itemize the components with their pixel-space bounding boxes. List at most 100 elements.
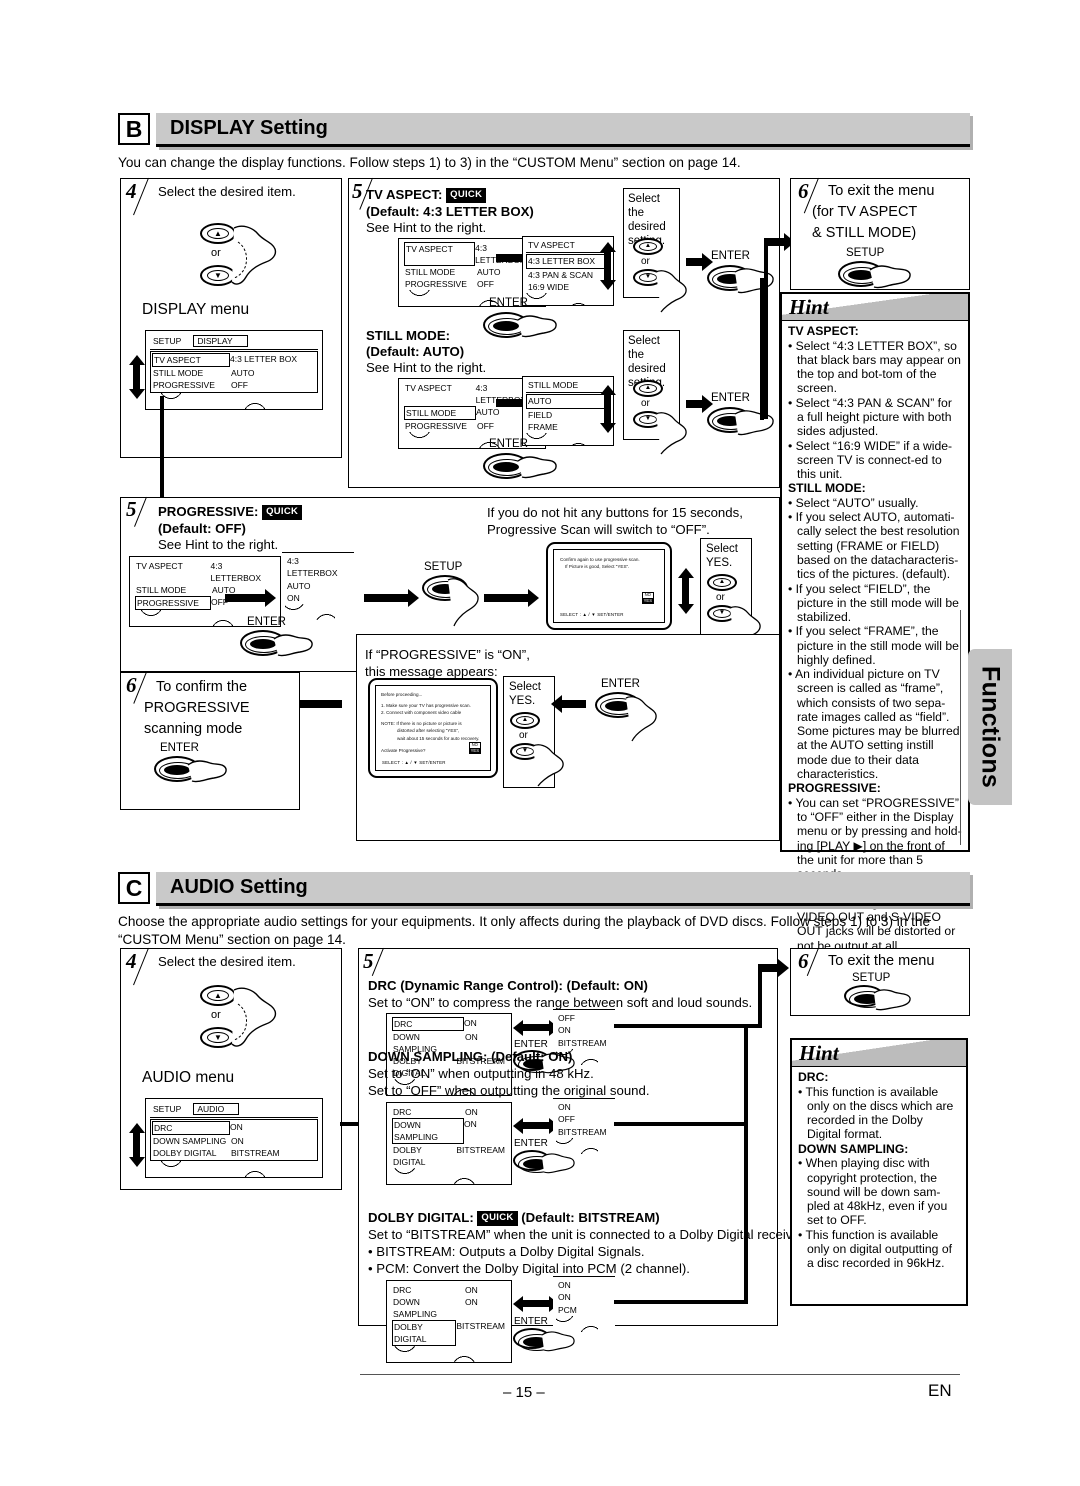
row-label: DRC xyxy=(152,1121,230,1136)
tv-yesno-buttons[interactable]: NO YES xyxy=(641,592,654,604)
audio-step6-number: 6 xyxy=(798,949,809,973)
osd-row[interactable]: DOWN SAMPLING ON xyxy=(393,1296,505,1320)
connector-line xyxy=(760,278,764,420)
connector-line xyxy=(744,1024,748,1304)
progressive-osd-rows: TV ASPECT 4:3 LETTERBOX STILL MODE AUTO PR… xyxy=(133,559,277,611)
confirm-step-number: 6 xyxy=(126,673,137,697)
still-options-updown-arrow xyxy=(599,385,616,433)
hint-item: • Select “4:3 LETTER BOX”, so that black… xyxy=(788,338,961,396)
up-arrow-button[interactable]: ▲ xyxy=(707,574,737,591)
tv-footer-hint: SELECT : ▲ / ▼ SET/ENTER xyxy=(560,612,624,617)
after-row: OFF xyxy=(558,1114,575,1125)
section-b-header: B DISPLAY Setting xyxy=(118,113,970,147)
osd-row[interactable]: DOLBY DIGITAL BITSTREAM xyxy=(393,1144,505,1168)
row-value: BITSTREAM xyxy=(456,1145,505,1156)
row-value: AUTO xyxy=(477,267,501,278)
up-arrow-icon: ▲ xyxy=(713,578,731,587)
connector-line xyxy=(160,396,164,501)
up-arrow-button[interactable]: ▲ xyxy=(633,238,663,255)
after-row: ON xyxy=(558,1292,571,1303)
audio-menu-row[interactable]: DOLBY DIGITAL BITSTREAM xyxy=(153,1147,315,1159)
osd-row[interactable]: PROGRESSIVE OFF xyxy=(405,420,539,432)
audio-menu-row[interactable]: DOWN SAMPLING ON xyxy=(153,1135,315,1147)
display-step6-number: 6 xyxy=(798,179,809,203)
tv-aspect-osd-rows: TV ASPECT4:3 LETTERBOX STILL MODEAUTO PR… xyxy=(402,241,542,290)
osd-row[interactable]: TV ASPECT 4:3 LETTERBOX xyxy=(136,560,274,584)
tv-aspect-hintnote: See Hint to the right. xyxy=(366,220,487,235)
row-label: TV ASPECT xyxy=(152,353,230,368)
row-value: OFF xyxy=(477,421,494,432)
hand-pointer-icon xyxy=(187,760,227,783)
confirm-enter-label: ENTER xyxy=(160,742,199,754)
hint-item-text: You can set “PROGRESSIVE” to “OFF” eithe… xyxy=(795,795,962,881)
osd-row[interactable]: STILL MODE AUTO xyxy=(405,266,539,278)
ds-after-frame: ON OFF BITSTREAM xyxy=(553,1098,615,1154)
row-value: ON xyxy=(465,1107,478,1117)
progressive-enter-label: ENTER xyxy=(247,616,286,628)
option-item[interactable]: FIELD xyxy=(526,409,610,421)
osd-row[interactable]: DOWN SAMPLING ON xyxy=(392,1118,505,1145)
row-value: OFF xyxy=(231,380,248,391)
hint-item: • This function is available only on the… xyxy=(798,1084,954,1142)
down-sampling-heading: DOWN SAMPLING: (Default: ON) xyxy=(368,1049,573,1064)
hand-pointer-icon xyxy=(734,410,774,436)
audio-menu-osd-titlerow: SETUP AUDIO xyxy=(150,1102,318,1116)
osd-wave-edge xyxy=(390,1168,508,1185)
display-menu-tab: DISPLAY xyxy=(193,335,248,347)
row-value: ON xyxy=(465,1297,478,1308)
ds-osd-frame: DRC ON DOWN SAMPLING ON DOLBY DIGITAL BITST… xyxy=(386,1102,512,1186)
row-label: STILL MODE xyxy=(136,585,187,596)
option-item[interactable]: 4:3 LETTER BOX xyxy=(526,254,610,269)
display-menu-row[interactable]: PROGRESSIVE OFF xyxy=(153,379,315,391)
row-value: ON xyxy=(230,1122,243,1132)
display-menu-osd: SETUP DISPLAY TV ASPECT 4:3 LETTER BOX S… xyxy=(145,330,323,411)
option-item[interactable]: AUTO xyxy=(526,394,610,409)
display-menu-row[interactable]: TV ASPECT 4:3 LETTER BOX xyxy=(152,353,315,368)
tv2-note2: distorted after selecting “YES”, xyxy=(397,728,460,734)
option-item[interactable]: 16:9 WIDE xyxy=(526,281,610,293)
osd-row[interactable]: DRC ON xyxy=(393,1284,505,1296)
row-label: TV ASPECT xyxy=(136,561,183,571)
audio-step4-or: or xyxy=(211,1009,221,1021)
osd-row[interactable]: PROGRESSIVE OFF xyxy=(405,278,539,290)
osd-row[interactable]: STILL MODE AUTO xyxy=(404,406,539,421)
display-menu-row[interactable]: STILL MODE AUTO xyxy=(153,367,315,379)
hand-pointer-icon xyxy=(517,315,557,338)
hint-item: • Select “AUTO” usually. xyxy=(788,495,919,510)
tv-message-line1: Confirm again to use progressive scan. xyxy=(560,557,640,562)
row-label: DOWN SAMPLING xyxy=(153,1136,227,1147)
hand-pointer-icon xyxy=(655,412,687,455)
tv-yes-button[interactable]: YES xyxy=(641,598,654,604)
row-label: TV ASPECT xyxy=(405,383,452,393)
row-label: PROGRESSIVE xyxy=(405,421,467,432)
select-yes-label: Select YES. xyxy=(706,543,738,570)
hand-pointer-icon xyxy=(873,989,911,1011)
display-menu-divider xyxy=(150,349,318,350)
audio-menu-row[interactable]: DRC ON xyxy=(152,1121,315,1136)
arrow-to-still-enter xyxy=(686,395,713,413)
hint-item-text: Select “4:3 LETTER BOX”, so that black b… xyxy=(795,338,961,396)
osd-wave-edge xyxy=(526,293,610,306)
dolby-default-text: (Default: BITSTREAM) xyxy=(521,1210,660,1225)
down-sampling-desc1: Set to “ON” when outputting in 48 kHz. xyxy=(368,1066,594,1081)
tv-screen-inner: Confirm again to use progressive scan. I… xyxy=(553,549,665,623)
osd-row[interactable]: DOLBY DIGITAL BITSTREAM xyxy=(392,1320,505,1347)
hint-heading: TV ASPECT: xyxy=(788,324,859,338)
display-menu-setup-label: SETUP xyxy=(153,336,182,346)
row-label: PROGRESSIVE xyxy=(153,380,215,391)
progressive-setup-label: SETUP xyxy=(424,561,463,573)
display-menu-label: DISPLAY menu xyxy=(142,301,250,318)
audio-step6-setup-label: SETUP xyxy=(852,972,891,984)
option-item[interactable]: 4:3 PAN & SCAN xyxy=(526,269,610,281)
tv2-yes-button[interactable]: YES xyxy=(468,748,481,754)
row-label: DOLBY DIGITAL xyxy=(393,1145,426,1168)
osd-row[interactable]: DRC ON xyxy=(393,1106,505,1118)
up-arrow-button[interactable]: ▲ xyxy=(633,380,663,397)
osd-row[interactable]: DRC ON xyxy=(392,1017,505,1032)
tv2-yesno-buttons[interactable]: NO YES xyxy=(468,742,481,754)
up-arrow-button[interactable]: ▲ xyxy=(510,712,540,729)
confirm-line2: PROGRESSIVE xyxy=(144,700,250,716)
tv2-note3: wait about 15 seconds for auto recovery. xyxy=(397,735,480,741)
still-mode-default: (Default: AUTO) xyxy=(366,344,465,359)
option-item[interactable]: FRAME xyxy=(526,421,610,433)
